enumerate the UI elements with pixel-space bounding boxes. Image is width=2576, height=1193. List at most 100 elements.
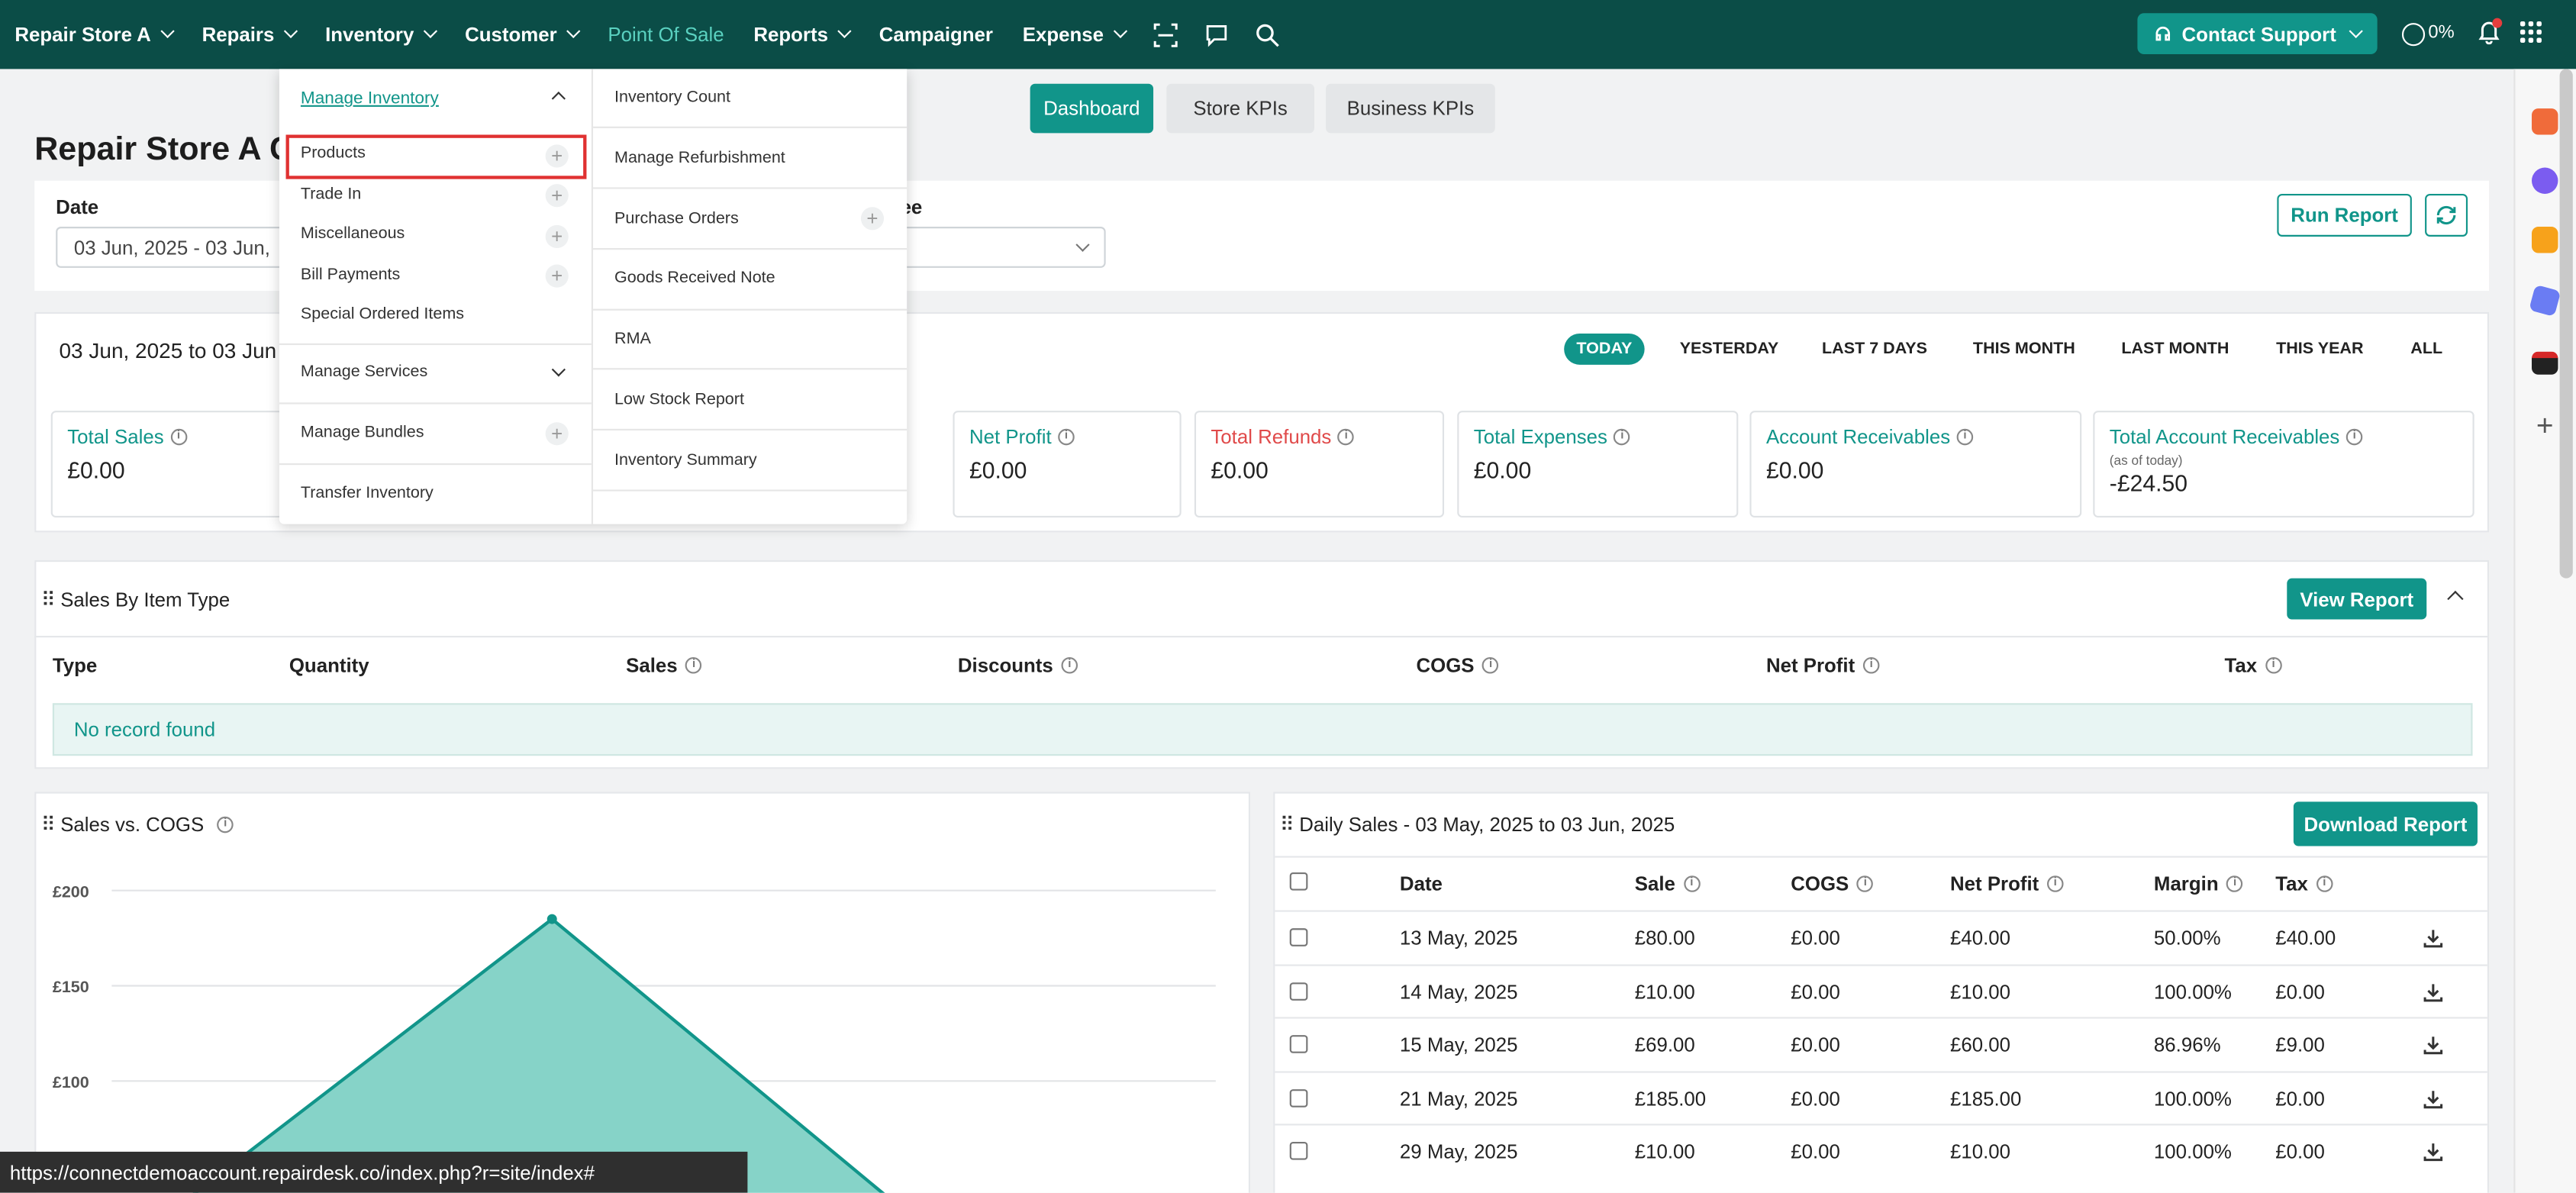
info-icon[interactable]: i (1862, 656, 1880, 674)
run-report-button[interactable]: Run Report (2277, 193, 2412, 237)
info-icon[interactable]: i (1482, 656, 1499, 674)
download-icon[interactable] (2423, 1089, 2443, 1109)
bookmark-app-icon[interactable] (2529, 284, 2561, 317)
menu-special-ordered-items[interactable]: Special Ordered Items (301, 305, 464, 324)
period-this-month[interactable]: THIS MONTH (1968, 334, 2080, 365)
menu-bill-payments[interactable]: Bill Payments (301, 266, 400, 285)
chat-app-icon[interactable] (2532, 167, 2558, 194)
download-icon[interactable] (2423, 982, 2443, 1001)
info-icon[interactable]: i (1337, 428, 1355, 446)
menu-rma[interactable]: RMA (614, 330, 651, 349)
download-icon[interactable] (2423, 928, 2443, 948)
table-row[interactable]: 21 May, 2025 £185.00 £0.00 £185.00 100.00% £0… (1275, 1070, 2487, 1124)
period-today[interactable]: TODAY (1564, 333, 1645, 365)
info-icon[interactable]: i (2265, 656, 2282, 674)
nav-customer[interactable]: Customer (450, 0, 593, 69)
menu-trade-in[interactable]: Trade In (301, 185, 361, 204)
scan-icon[interactable] (1140, 0, 1191, 69)
chevron-down-icon[interactable] (551, 363, 566, 377)
menu-goods-received-note[interactable]: Goods Received Note (614, 269, 775, 288)
menu-manage-services[interactable]: Manage Services (301, 363, 427, 382)
info-icon[interactable]: i (2345, 428, 2363, 446)
menu-inventory-count[interactable]: Inventory Count (614, 89, 730, 107)
cell-sale: £80.00 (1634, 927, 1695, 950)
add-miscellaneous-icon[interactable]: + (545, 224, 569, 249)
chat-icon[interactable] (1191, 0, 1242, 69)
table-row[interactable]: 15 May, 2025 £69.00 £0.00 £60.00 86.96% £9.00 (1275, 1017, 2487, 1070)
add-trade-in-icon[interactable]: + (545, 184, 569, 208)
drag-handle-icon[interactable]: ⠿ (41, 813, 56, 836)
refresh-button[interactable] (2425, 193, 2468, 237)
info-icon[interactable]: i (2316, 875, 2333, 892)
progress-ring-icon[interactable] (2401, 23, 2426, 47)
period-this-year[interactable]: THIS YEAR (2271, 334, 2369, 365)
menu-manage-bundles[interactable]: Manage Bundles (301, 424, 424, 442)
nav-store-selector[interactable]: Repair Store A (0, 0, 187, 69)
download-report-button[interactable]: Download Report (2293, 801, 2478, 846)
period-last-month[interactable]: LAST MONTH (2118, 334, 2233, 365)
date-range-input[interactable]: 03 Jun, 2025 - 03 Jun, (56, 227, 303, 268)
menu-transfer-inventory[interactable]: Transfer Inventory (301, 485, 434, 503)
employee-select[interactable] (887, 227, 1106, 268)
inventory-menu-right-column: Inventory Count Manage Refurbishment Pur… (591, 69, 908, 524)
panel-title: Sales By Item Type (60, 588, 231, 611)
nav-inventory[interactable]: Inventory (311, 0, 450, 69)
period-all[interactable]: ALL (2405, 334, 2448, 365)
row-checkbox[interactable] (1289, 982, 1308, 1000)
nav-reports[interactable]: Reports (739, 0, 864, 69)
app-shortcut-icon[interactable] (2532, 108, 2558, 135)
menu-manage-refurbishment[interactable]: Manage Refurbishment (614, 150, 785, 168)
menu-low-stock-report[interactable]: Low Stock Report (614, 391, 744, 409)
info-icon[interactable]: i (170, 428, 187, 446)
notes-app-icon[interactable] (2532, 227, 2558, 253)
download-icon[interactable] (2423, 1143, 2443, 1162)
table-row[interactable]: 14 May, 2025 £10.00 £0.00 £10.00 100.00% £0.0… (1275, 963, 2487, 1017)
view-report-button[interactable]: View Report (2287, 578, 2427, 620)
search-icon[interactable] (1242, 0, 1293, 69)
drag-handle-icon[interactable]: ⠿ (41, 588, 56, 611)
tab-store-kpis[interactable]: Store KPIs (1166, 83, 1314, 134)
info-icon[interactable]: i (2226, 875, 2243, 892)
info-icon[interactable]: i (1683, 875, 1701, 892)
table-row[interactable]: 29 May, 2025 £10.00 £0.00 £10.00 100.00% £0.0… (1275, 1124, 2487, 1177)
info-icon[interactable]: i (217, 816, 234, 833)
row-checkbox[interactable] (1289, 1088, 1308, 1108)
tab-dashboard[interactable]: Dashboard (1030, 83, 1154, 134)
apps-grid-icon[interactable] (2520, 21, 2542, 43)
info-icon[interactable]: i (1061, 656, 1078, 674)
nav-repairs[interactable]: Repairs (187, 0, 311, 69)
add-icon[interactable]: + (2532, 411, 2558, 440)
drag-handle-icon[interactable]: ⠿ (1280, 813, 1294, 836)
nav-point-of-sale[interactable]: Point Of Sale (593, 0, 739, 69)
contact-support-button[interactable]: Contact Support (2137, 13, 2378, 55)
period-yesterday[interactable]: YESTERDAY (1676, 334, 1783, 365)
info-icon[interactable]: i (2047, 875, 2064, 892)
table-row[interactable]: 13 May, 2025 £80.00 £0.00 £40.00 50.00% £40.0… (1275, 910, 2487, 962)
chevron-up-icon[interactable] (551, 92, 566, 106)
info-icon[interactable]: i (685, 656, 702, 674)
info-icon[interactable]: i (1614, 428, 1631, 446)
menu-inventory-summary[interactable]: Inventory Summary (614, 452, 757, 470)
add-purchase-order-icon[interactable]: + (860, 207, 885, 231)
add-bill-payment-icon[interactable]: + (545, 264, 569, 288)
download-icon[interactable] (2423, 1035, 2443, 1055)
select-all-checkbox[interactable] (1289, 872, 1308, 891)
row-checkbox[interactable] (1289, 928, 1308, 946)
page-scrollbar[interactable] (2559, 69, 2573, 579)
menu-purchase-orders[interactable]: Purchase Orders (614, 211, 739, 229)
kpi-total-refunds: Total Refunds i £0.00 (1194, 411, 1445, 518)
period-last-7-days[interactable]: LAST 7 DAYS (1817, 334, 1933, 365)
info-icon[interactable]: i (1956, 428, 1974, 446)
tab-business-kpis[interactable]: Business KPIs (1326, 83, 1495, 134)
info-icon[interactable]: i (1857, 875, 1874, 892)
nav-expense[interactable]: Expense (1008, 0, 1140, 69)
menu-manage-inventory[interactable]: Manage Inventory (301, 89, 439, 108)
menu-miscellaneous[interactable]: Miscellaneous (301, 225, 405, 243)
add-bundle-icon[interactable]: + (545, 422, 569, 446)
info-icon[interactable]: i (1058, 428, 1075, 446)
data-point[interactable] (546, 914, 557, 924)
row-checkbox[interactable] (1289, 1142, 1308, 1161)
row-checkbox[interactable] (1289, 1035, 1308, 1054)
nav-campaigner[interactable]: Campaigner (864, 0, 1008, 69)
card-app-icon[interactable] (2532, 351, 2558, 375)
